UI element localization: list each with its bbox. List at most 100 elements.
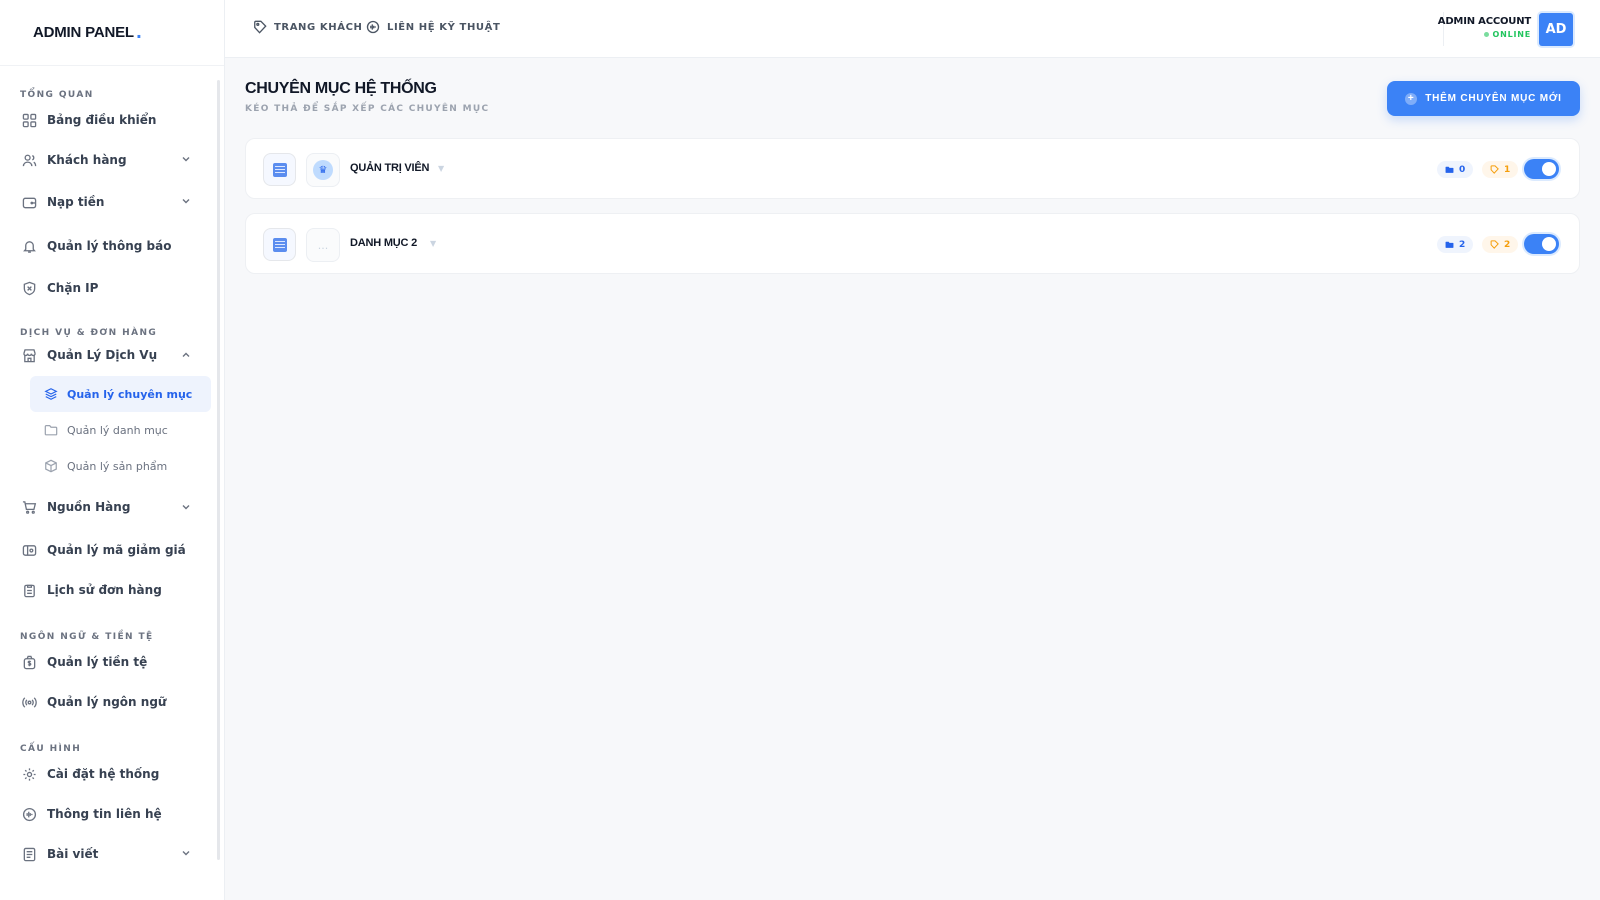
- bell-icon: [20, 237, 38, 255]
- sidebar-item-topup[interactable]: Nạp tiền: [0, 180, 218, 224]
- toggle-knob: [1542, 162, 1556, 176]
- sidebar-item-order-history[interactable]: Lịch sử đơn hàng: [0, 570, 218, 610]
- topbar: TRANG KHÁCH LIÊN HỆ KỸ THUẬT ADMIN ACCOU…: [225, 0, 1600, 58]
- chevron-down-icon: [180, 195, 192, 207]
- brand[interactable]: ADMIN PANEL .: [0, 0, 224, 66]
- sidebar-subitem-products[interactable]: Quản lý sản phẩm: [30, 448, 211, 484]
- support-icon: [20, 805, 38, 823]
- drag-handle-icon[interactable]: [263, 228, 296, 261]
- sidebar: ADMIN PANEL . TỔNG QUAN Bảng điều khiển …: [0, 0, 225, 900]
- sidebar-item-system-settings[interactable]: Cài đặt hệ thống: [0, 754, 218, 794]
- caret-down-icon[interactable]: ▼: [430, 239, 436, 248]
- chevron-down-icon: [180, 847, 192, 859]
- drag-handle-icon[interactable]: [263, 153, 296, 186]
- avatar[interactable]: AD: [1539, 13, 1573, 46]
- tech-contact-label: LIÊN HỆ KỸ THUẬT: [387, 21, 501, 33]
- category-thumbnail: ♛: [306, 153, 340, 187]
- wallet-icon: [20, 193, 38, 211]
- sidebar-item-label: Cài đặt hệ thống: [47, 767, 160, 781]
- crown-icon: ♛: [313, 160, 333, 180]
- sidebar-subitem-category-groups[interactable]: Quản lý chuyên mục: [30, 376, 211, 412]
- account-status-label: ONLINE: [1492, 30, 1531, 39]
- document-icon: [20, 845, 38, 863]
- sidebar-item-label: Nguồn Hàng: [47, 500, 131, 514]
- product-count: 1: [1504, 164, 1511, 175]
- sidebar-item-currency[interactable]: Quản lý tiền tệ: [0, 642, 218, 682]
- sidebar-item-contact-info[interactable]: Thông tin liên hệ: [0, 794, 218, 834]
- plus-icon: +: [1405, 92, 1418, 105]
- category-thumbnail: ...: [306, 228, 340, 262]
- caret-down-icon[interactable]: ▼: [438, 164, 444, 173]
- folder-count: 2: [1459, 239, 1466, 250]
- guest-page-label: TRANG KHÁCH: [274, 21, 363, 33]
- folder-count-badge: 0: [1437, 161, 1474, 178]
- coupon-icon: [20, 541, 38, 559]
- category-row[interactable]: ... DANH MỤC 2 ▼ 2 2: [245, 213, 1580, 274]
- tag-icon: [253, 20, 267, 34]
- sidebar-item-service-management[interactable]: Quản Lý Dịch Vụ: [0, 338, 218, 372]
- account-info[interactable]: ADMIN ACCOUNT ONLINE: [1438, 16, 1531, 39]
- sidebar-item-label: Lịch sử đơn hàng: [47, 583, 162, 597]
- section-title-services: DỊCH VỤ & ĐƠN HÀNG: [20, 328, 158, 338]
- page-title: CHUYÊN MỤC HỆ THỐNG: [245, 80, 437, 97]
- sidebar-item-label: Nạp tiền: [47, 195, 105, 209]
- sidebar-item-label: Khách hàng: [47, 153, 127, 167]
- sidebar-item-label: Quản lý tiền tệ: [47, 655, 148, 669]
- sidebar-item-label: Bảng điều khiển: [47, 113, 157, 127]
- sidebar-subitem-categories[interactable]: Quản lý danh mục: [30, 412, 211, 448]
- sidebar-item-customers[interactable]: Khách hàng: [0, 140, 218, 180]
- chevron-down-icon: [180, 153, 192, 165]
- chevron-up-icon: [180, 349, 192, 361]
- account-status: ONLINE: [1438, 30, 1531, 39]
- add-button-label: THÊM CHUYÊN MỤC MỚI: [1425, 93, 1562, 104]
- sidebar-subitem-label: Quản lý chuyên mục: [67, 387, 193, 401]
- sidebar-item-block-ip[interactable]: Chặn IP: [0, 268, 218, 308]
- sidebar-item-dashboard[interactable]: Bảng điều khiển: [0, 100, 218, 140]
- sidebar-item-coupons[interactable]: Quản lý mã giảm giá: [0, 530, 218, 570]
- box-icon: [44, 459, 58, 473]
- gear-icon: [20, 765, 38, 783]
- folder-count: 0: [1459, 164, 1466, 175]
- category-name: DANH MỤC 2: [350, 237, 418, 249]
- broadcast-icon: [20, 693, 38, 711]
- add-category-group-button[interactable]: + THÊM CHUYÊN MỤC MỚI: [1387, 81, 1580, 116]
- category-row[interactable]: ♛ QUẢN TRỊ VIÊN ▼ 0 1: [245, 138, 1580, 199]
- sidebar-subitem-label: Quản lý danh mục: [67, 423, 168, 437]
- sidebar-item-label: Quản lý mã giảm giá: [47, 543, 186, 557]
- brand-name: ADMIN PANEL: [33, 24, 134, 41]
- folder-icon: [44, 423, 58, 437]
- sidebar-item-label: Chặn IP: [47, 281, 99, 295]
- section-title-language-currency: NGÔN NGỮ & TIỀN TỆ: [20, 632, 154, 642]
- category-name: QUẢN TRỊ VIÊN: [350, 162, 430, 174]
- folder-icon: [1445, 241, 1454, 248]
- sidebar-item-languages[interactable]: Quản lý ngôn ngữ: [0, 682, 218, 722]
- brand-dot: .: [135, 23, 142, 42]
- status-toggle[interactable]: [1524, 234, 1559, 254]
- grid-icon: [20, 111, 38, 129]
- sidebar-item-label: Quản Lý Dịch Vụ: [47, 348, 158, 362]
- guest-page-link[interactable]: TRANG KHÁCH: [253, 20, 363, 34]
- cart-icon: [20, 498, 38, 516]
- folder-count-badge: 2: [1437, 236, 1474, 253]
- section-title-overview: TỔNG QUAN: [20, 90, 94, 100]
- sidebar-item-label: Quản lý ngôn ngữ: [47, 695, 167, 709]
- online-dot-icon: [1484, 32, 1490, 37]
- money-bag-icon: [20, 653, 38, 671]
- section-title-config: CẤU HÌNH: [20, 744, 82, 754]
- toggle-knob: [1542, 237, 1556, 251]
- layers-icon: [44, 387, 58, 401]
- product-count: 2: [1504, 239, 1511, 250]
- status-toggle[interactable]: [1524, 159, 1559, 179]
- sidebar-item-label: Quản lý thông báo: [47, 239, 172, 253]
- sidebar-item-label: Thông tin liên hệ: [47, 807, 162, 821]
- sidebar-item-sources[interactable]: Nguồn Hàng: [0, 484, 218, 530]
- support-icon: [366, 20, 380, 34]
- store-icon: [20, 346, 38, 364]
- sidebar-nav: TỔNG QUAN Bảng điều khiển Khách hàng Nạp…: [0, 80, 218, 874]
- clipboard-icon: [20, 581, 38, 599]
- tech-contact-link[interactable]: LIÊN HỆ KỸ THUẬT: [366, 20, 500, 34]
- tag-icon: [1490, 165, 1499, 174]
- sidebar-item-posts[interactable]: Bài viết: [0, 834, 218, 874]
- sidebar-item-notifications[interactable]: Quản lý thông báo: [0, 224, 218, 268]
- chevron-down-icon: [180, 501, 192, 513]
